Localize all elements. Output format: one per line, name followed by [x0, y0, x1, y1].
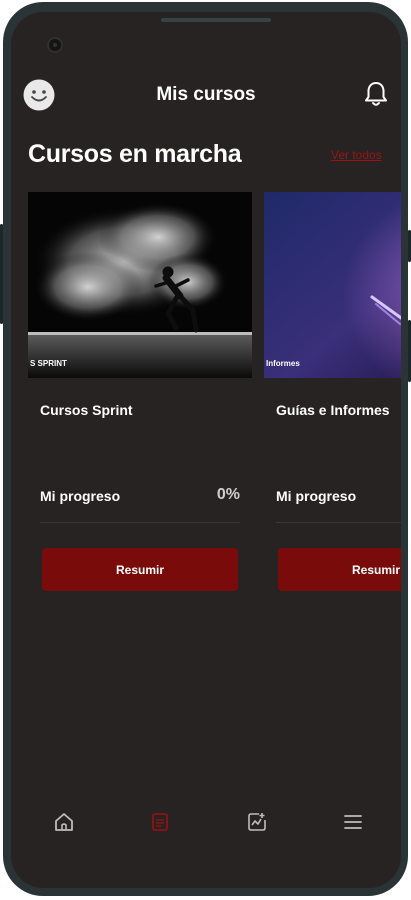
sprinter-image — [28, 192, 252, 378]
nav-home[interactable] — [44, 802, 84, 842]
nav-progress[interactable] — [237, 802, 277, 842]
course-image-caption: Informes — [266, 359, 300, 368]
bottom-nav — [11, 802, 401, 854]
stage-light-image — [264, 192, 401, 378]
speaker — [161, 18, 271, 22]
phone-frame: Mis cursos Cursos en marcha Ver todos S … — [0, 2, 411, 896]
page-title: Mis cursos — [156, 84, 256, 105]
home-icon — [55, 813, 73, 831]
resume-button[interactable]: Resumir — [278, 548, 401, 591]
resume-button[interactable]: Resumir — [42, 548, 238, 591]
app-screen: Mis cursos Cursos en marcha Ver todos S … — [11, 12, 401, 888]
courses-icon — [152, 813, 168, 831]
course-image: Informes — [264, 192, 401, 378]
progress-value: 0% — [216, 486, 240, 503]
course-image-caption: S SPRINT — [30, 359, 67, 368]
course-image: S SPRINT — [28, 192, 252, 378]
course-card[interactable]: Informes Guías e Informes Mi progreso Re… — [264, 192, 401, 612]
nav-courses[interactable] — [140, 802, 180, 842]
course-card[interactable]: S SPRINT Cursos Sprint Mi progreso 0% Re… — [28, 192, 252, 612]
progress-label: Mi progreso — [276, 488, 357, 504]
nav-menu[interactable] — [333, 802, 373, 842]
menu-icon — [344, 815, 362, 829]
front-camera — [47, 37, 63, 53]
divider — [40, 522, 240, 523]
bell-icon — [365, 82, 387, 106]
course-title: Guías e Informes — [276, 402, 390, 418]
see-all-link[interactable]: Ver todos — [331, 148, 382, 162]
divider — [276, 522, 401, 523]
progress-chart-icon — [248, 813, 266, 831]
progress-label: Mi progreso — [40, 488, 121, 504]
notifications-button[interactable] — [363, 80, 389, 108]
section-title: Cursos en marcha — [28, 140, 242, 168]
course-title: Cursos Sprint — [40, 402, 133, 418]
phone-side-button — [0, 224, 3, 324]
